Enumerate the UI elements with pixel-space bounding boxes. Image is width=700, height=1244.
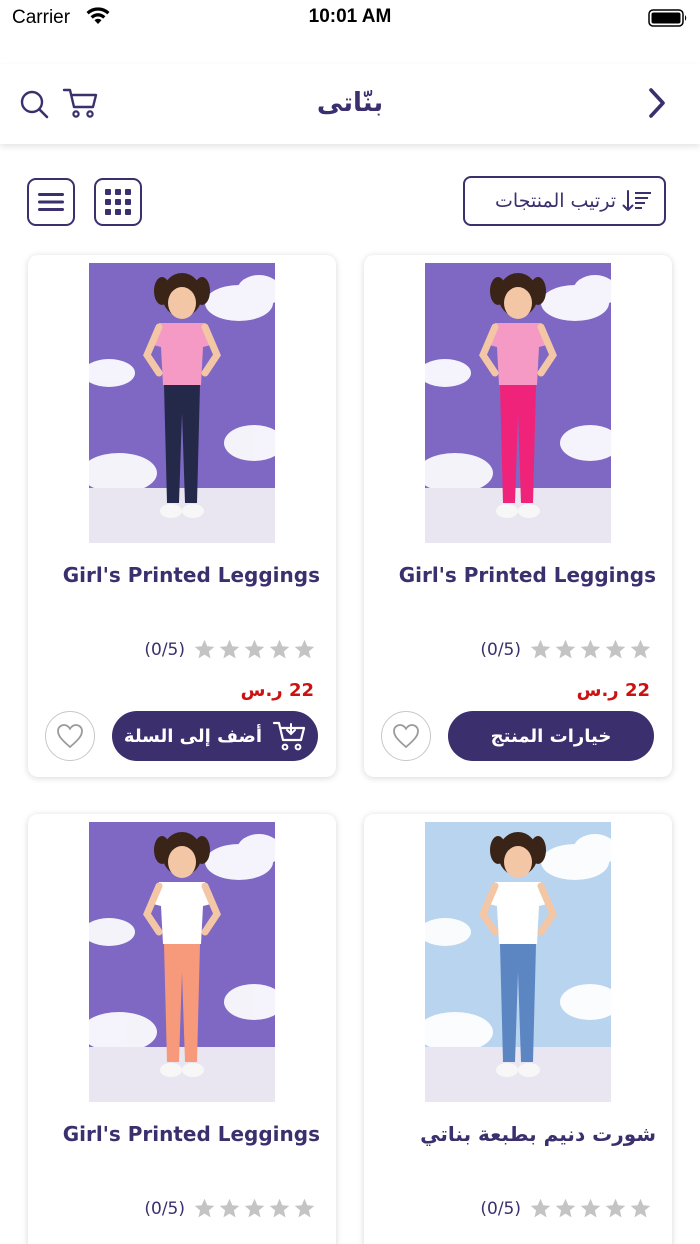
star-icon [269, 1198, 290, 1218]
heart-icon [57, 724, 83, 749]
primary-button-label: أضف إلى السلة [123, 725, 263, 747]
favorite-button[interactable] [45, 711, 95, 761]
rating-stars [529, 1197, 652, 1220]
rating-stars [193, 1197, 316, 1220]
product-rating: (0/5) [480, 1197, 652, 1220]
star-icon [244, 639, 265, 659]
product-title[interactable]: Girl's Printed Leggings [40, 563, 320, 587]
star-icon [605, 639, 626, 659]
star-icon [530, 639, 551, 659]
rating-stars [529, 638, 652, 661]
clock: 10:01 AM [308, 6, 392, 27]
product-options-button[interactable]: خيارات المنتج [448, 711, 654, 761]
star-icon [194, 639, 215, 659]
battery-icon [648, 9, 687, 27]
star-icon [294, 1198, 315, 1218]
product-price: 22 ر.س [240, 680, 314, 701]
product-image[interactable] [89, 822, 275, 1102]
favorite-button[interactable] [381, 711, 431, 761]
star-icon [580, 639, 601, 659]
product-image[interactable] [425, 263, 611, 543]
star-icon [219, 639, 240, 659]
star-icon [530, 1198, 551, 1218]
page-title: بنّاتى [316, 88, 384, 118]
rating-text: (0/5) [144, 639, 185, 660]
heart-icon [393, 724, 419, 749]
star-icon [244, 1198, 265, 1218]
product-rating: (0/5) [144, 638, 316, 661]
star-icon [555, 1198, 576, 1218]
rating-text: (0/5) [480, 1198, 521, 1219]
product-card[interactable]: Girl's Printed Leggings (0/5) 22 ر.س خيارات… [364, 255, 672, 777]
star-icon [630, 1198, 651, 1218]
list-icon [38, 193, 64, 211]
star-icon [630, 639, 651, 659]
add-to-cart-button[interactable]: أضف إلى السلة [112, 711, 318, 761]
star-icon [605, 1198, 626, 1218]
chevron-right-icon[interactable] [646, 86, 668, 120]
product-card[interactable]: Girl's Printed Leggings (0/5) [28, 814, 336, 1244]
product-image[interactable] [425, 822, 611, 1102]
star-icon [555, 639, 576, 659]
sort-products-button[interactable]: ترتيب المنتجات [463, 176, 666, 226]
star-icon [269, 639, 290, 659]
star-icon [294, 639, 315, 659]
app-header: بنّاتى [0, 64, 700, 144]
star-icon [194, 1198, 215, 1218]
product-title[interactable]: Girl's Printed Leggings [40, 1122, 320, 1146]
product-title[interactable]: Girl's Printed Leggings [376, 563, 656, 587]
star-icon [580, 1198, 601, 1218]
rating-text: (0/5) [144, 1198, 185, 1219]
cart-add-icon [272, 721, 306, 751]
grid-icon [105, 189, 131, 215]
rating-stars [193, 638, 316, 661]
product-image[interactable] [89, 263, 275, 543]
product-rating: (0/5) [144, 1197, 316, 1220]
list-view-button[interactable] [27, 178, 75, 226]
grid-view-button[interactable] [94, 178, 142, 226]
sort-label: ترتيب المنتجات [495, 190, 616, 212]
product-card[interactable]: شورت دنيم بطبعة بناتي (0/5) [364, 814, 672, 1244]
star-icon [219, 1198, 240, 1218]
rating-text: (0/5) [480, 639, 521, 660]
primary-button-label: خيارات المنتج [490, 725, 612, 747]
product-title[interactable]: شورت دنيم بطبعة بناتي [376, 1122, 656, 1146]
product-card[interactable]: Girl's Printed Leggings (0/5) 22 ر.س أضف إل… [28, 255, 336, 777]
status-bar: Carrier 10:01 AM [0, 0, 700, 40]
product-price: 22 ر.س [576, 680, 650, 701]
product-rating: (0/5) [480, 638, 652, 661]
sort-icon [622, 190, 651, 211]
